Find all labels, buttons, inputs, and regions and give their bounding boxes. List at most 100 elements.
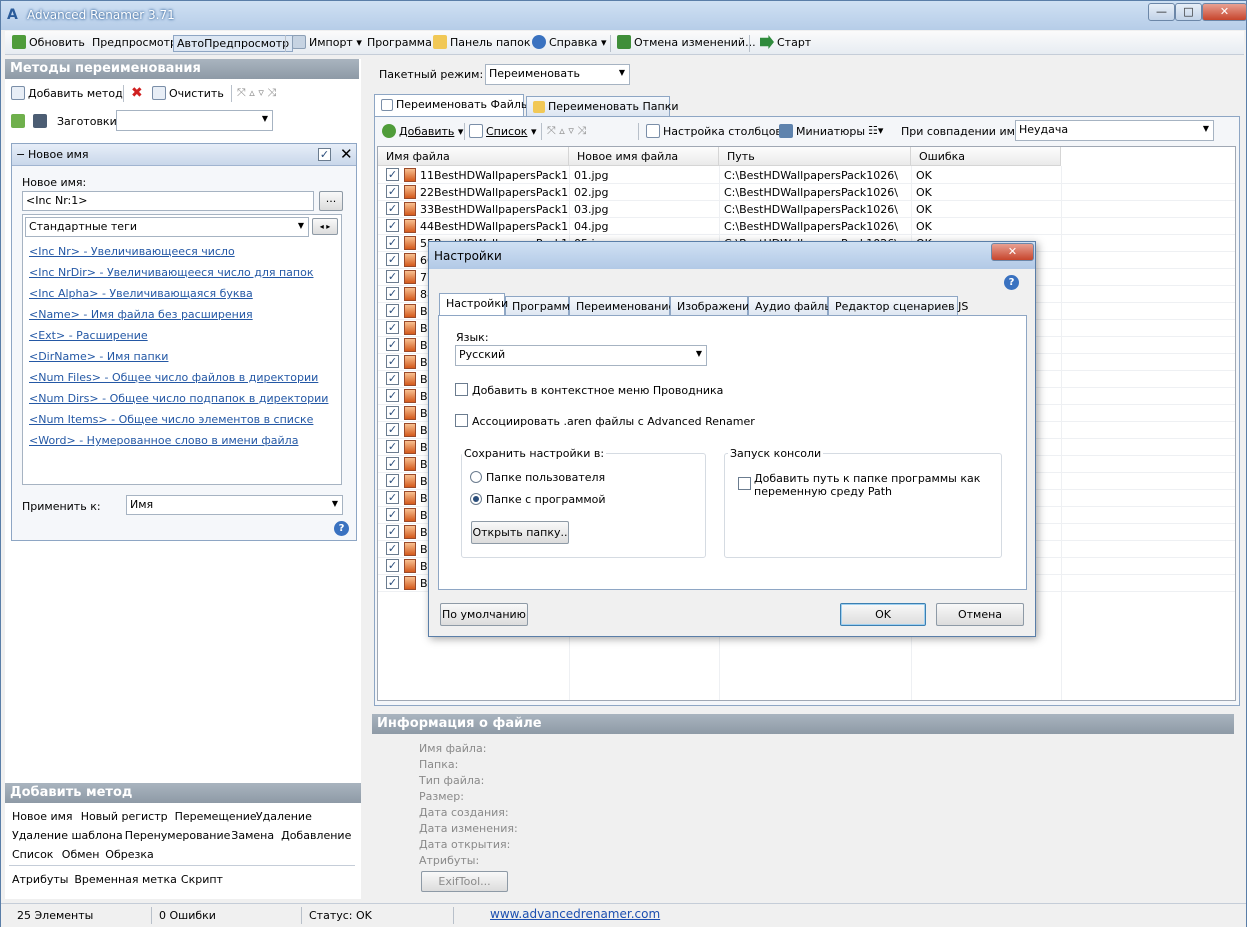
row-checkbox[interactable]: ✓	[386, 542, 399, 555]
folder-panel-button[interactable]: Панель папок	[430, 35, 533, 52]
row-checkbox[interactable]: ✓	[386, 287, 399, 300]
maximize-button[interactable]: □	[1175, 3, 1202, 21]
add-method-item[interactable]: Список	[12, 848, 53, 861]
row-checkbox[interactable]: ✓	[386, 491, 399, 504]
tag-link[interactable]: <Num Items> - Общее число элементов в сп…	[29, 413, 313, 426]
row-checkbox[interactable]: ✓	[386, 355, 399, 368]
row-checkbox[interactable]: ✓	[386, 474, 399, 487]
preview-button[interactable]: Предпросмотр	[89, 35, 180, 52]
table-row[interactable]: ✓ 33BestHDWallpapersPack10... 03.jpg C:\Bes…	[378, 201, 1235, 218]
dialog-tab[interactable]: Переименование	[569, 296, 675, 316]
view-mode-button[interactable]: ☷▾	[868, 124, 883, 137]
tag-link[interactable]: <Num Dirs> - Общее число подпапок в дире…	[29, 392, 328, 405]
clear-button[interactable]: Очистить	[152, 86, 224, 100]
add-files-button[interactable]: Добавить ▾	[382, 124, 463, 138]
ok-button[interactable]: OK	[840, 603, 926, 626]
add-method-item[interactable]: Новый регистр	[81, 810, 168, 823]
autopreview-button[interactable]: АвтоПредпросмотр	[173, 35, 294, 52]
console-path-checkbox[interactable]	[738, 477, 751, 490]
method-enabled-checkbox[interactable]: ✓	[318, 148, 331, 161]
add-method-button[interactable]: Добавить метод	[11, 86, 123, 100]
add-method-item[interactable]: Перенумерование	[125, 829, 231, 842]
table-row[interactable]: ✓ 44BestHDWallpapersPack10... 04.jpg C:\Bes…	[378, 218, 1235, 235]
row-checkbox[interactable]: ✓	[386, 185, 399, 198]
dialog-tab[interactable]: Изображения	[670, 296, 756, 316]
minimize-button[interactable]: —	[1148, 3, 1175, 21]
load-preset-icon[interactable]	[11, 114, 25, 128]
assoc-checkbox[interactable]	[455, 414, 468, 427]
tag-link[interactable]: <Inc NrDir> - Увеличивающееся число для …	[29, 266, 313, 279]
delete-icon[interactable]: ✖	[131, 85, 143, 101]
import-button[interactable]: Импорт ▾	[289, 35, 365, 52]
help-button[interactable]: Справка ▾	[529, 35, 610, 52]
tags-combo[interactable]: Стандартные теги	[25, 217, 309, 237]
row-checkbox[interactable]: ✓	[386, 168, 399, 181]
collision-combo[interactable]: Неудача	[1015, 120, 1214, 141]
add-method-item[interactable]: Замена	[231, 829, 274, 842]
new-name-input[interactable]: <Inc Nr:1>	[22, 191, 314, 211]
add-method-item[interactable]: Удаление шаблона	[12, 829, 123, 842]
exiftool-button[interactable]: ExifTool...	[421, 871, 508, 892]
ctx-menu-checkbox[interactable]	[455, 383, 468, 396]
program-button[interactable]: Программа	[364, 35, 435, 52]
tag-link[interactable]: <Ext> - Расширение	[29, 329, 148, 342]
tags-nav-arrows[interactable]: ◂ ▸	[312, 218, 338, 235]
batch-mode-combo[interactable]: Переименовать	[485, 64, 630, 85]
col-header-newname[interactable]: Новое имя файла	[569, 147, 719, 166]
dialog-close-button[interactable]: ✕	[991, 243, 1034, 261]
language-combo[interactable]: Русский	[455, 345, 707, 366]
add-method-item[interactable]: Перемещение	[175, 810, 257, 823]
undo-button[interactable]: Отмена изменений...	[614, 35, 759, 52]
dialog-tab[interactable]: Аудио файлы	[748, 296, 833, 316]
refresh-button[interactable]: Обновить	[9, 35, 88, 52]
add-method-item[interactable]: Удаление	[256, 810, 312, 823]
collapse-icon[interactable]: −	[16, 148, 25, 161]
add-method-item[interactable]: Обрезка	[105, 848, 153, 861]
thumbnails-button[interactable]: Миниатюры	[779, 124, 865, 138]
col-header-filename[interactable]: Имя файла	[378, 147, 569, 166]
presets-combo[interactable]	[116, 110, 273, 131]
tag-link[interactable]: <Inc Nr> - Увеличивающееся число	[29, 245, 235, 258]
cancel-button[interactable]: Отмена	[936, 603, 1024, 626]
radio-user-folder[interactable]	[470, 471, 482, 483]
tag-link[interactable]: <Inc Alpha> - Увеличивающаяся буква	[29, 287, 253, 300]
start-button[interactable]: Старт	[757, 35, 814, 52]
row-checkbox[interactable]: ✓	[386, 406, 399, 419]
row-checkbox[interactable]: ✓	[386, 457, 399, 470]
row-checkbox[interactable]: ✓	[386, 389, 399, 402]
row-checkbox[interactable]: ✓	[386, 508, 399, 521]
row-checkbox[interactable]: ✓	[386, 423, 399, 436]
list-button[interactable]: Список ▾	[469, 124, 536, 138]
dialog-tab[interactable]: Программа	[505, 296, 577, 316]
add-method-item[interactable]: Обмен	[62, 848, 100, 861]
row-checkbox[interactable]: ✓	[386, 559, 399, 572]
browse-button[interactable]: ...	[319, 191, 343, 211]
row-checkbox[interactable]: ✓	[386, 440, 399, 453]
col-header-error[interactable]: Ошибка	[911, 147, 1061, 166]
dialog-tab[interactable]: Настройки	[439, 293, 508, 315]
add-method-item[interactable]: Скрипт	[181, 873, 223, 886]
tag-link[interactable]: <Word> - Нумерованное слово в имени файл…	[29, 434, 298, 447]
column-setup-button[interactable]: Настройка столбцов	[646, 124, 782, 138]
row-checkbox[interactable]: ✓	[386, 253, 399, 266]
row-checkbox[interactable]: ✓	[386, 338, 399, 351]
row-checkbox[interactable]: ✓	[386, 202, 399, 215]
close-button[interactable]: ✕	[1202, 3, 1247, 21]
add-method-item[interactable]: Временная метка	[74, 873, 176, 886]
add-method-item[interactable]: Новое имя	[12, 810, 73, 823]
open-folder-button[interactable]: Открыть папку..	[471, 521, 569, 544]
row-checkbox[interactable]: ✓	[386, 236, 399, 249]
row-checkbox[interactable]: ✓	[386, 321, 399, 334]
dialog-help-icon[interactable]: ?	[1004, 275, 1019, 290]
radio-program-folder[interactable]	[470, 493, 482, 505]
tag-link[interactable]: <DirName> - Имя папки	[29, 350, 168, 363]
tab-rename-files[interactable]: Переименовать Файлы	[374, 94, 530, 116]
row-checkbox[interactable]: ✓	[386, 576, 399, 589]
help-icon[interactable]: ?	[334, 521, 349, 536]
row-checkbox[interactable]: ✓	[386, 304, 399, 317]
defaults-button[interactable]: По умолчанию	[440, 603, 528, 626]
row-checkbox[interactable]: ✓	[386, 372, 399, 385]
table-row[interactable]: ✓ 22BestHDWallpapersPack10... 02.jpg C:\Bes…	[378, 184, 1235, 201]
remove-method-icon[interactable]: ✕	[340, 145, 353, 163]
add-method-item[interactable]: Атрибуты	[12, 873, 68, 886]
